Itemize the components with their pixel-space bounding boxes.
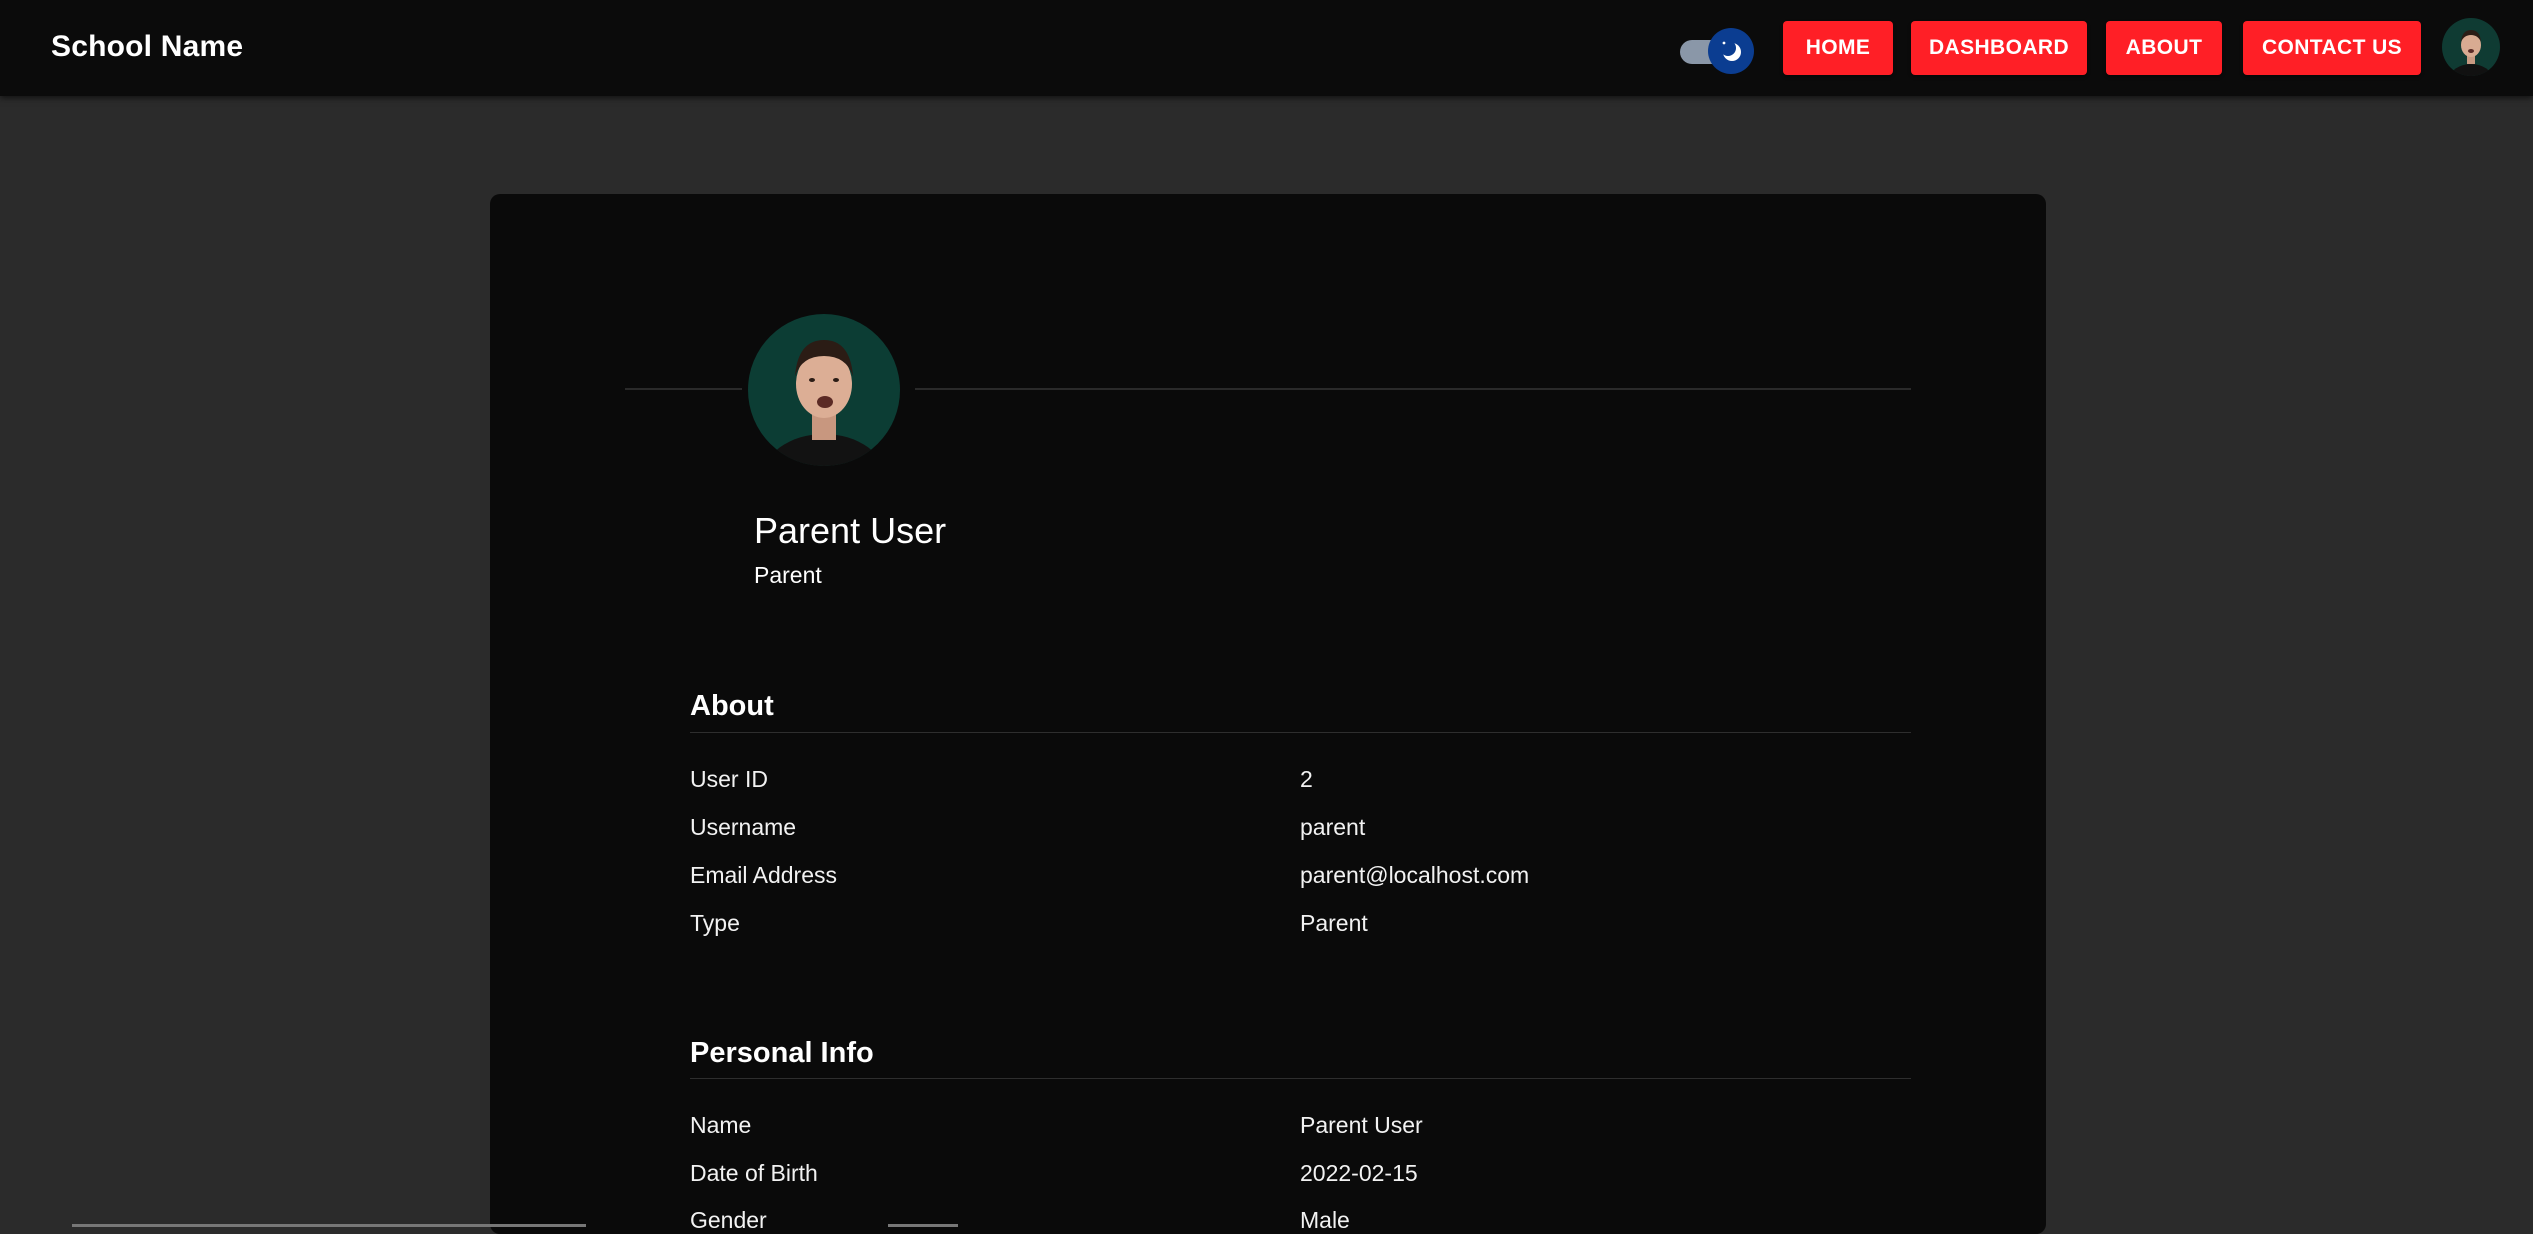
profile-avatar <box>748 314 900 466</box>
about-row-label: Username <box>690 814 797 840</box>
personal-row-value: Male <box>1300 1207 1350 1233</box>
theme-toggle[interactable] <box>1680 28 1754 74</box>
about-row-value: Parent <box>1300 910 1368 936</box>
divider <box>915 388 1911 390</box>
top-navbar: School Name HOME DASHBOARD ABOUT CONTACT… <box>0 0 2533 96</box>
personal-row-label: Date of Birth <box>690 1160 818 1186</box>
personal-row-value: Parent User <box>1300 1112 1423 1138</box>
about-row-value: parent@localhost.com <box>1300 862 1530 888</box>
personal-row-label: Gender <box>690 1207 767 1233</box>
about-row-label: Type <box>690 910 740 936</box>
nav-contact-button[interactable]: CONTACT US <box>2243 21 2421 75</box>
profile-card: Parent User Parent About User ID 2 Usern… <box>490 194 2046 1234</box>
brand-title[interactable]: School Name <box>51 30 243 64</box>
about-section-title: About <box>690 690 774 722</box>
about-row-value: 2 <box>1300 766 1313 792</box>
section-divider <box>690 1078 1911 1079</box>
about-row-value: parent <box>1300 814 1366 840</box>
nav-dashboard-button[interactable]: DASHBOARD <box>1911 21 2087 75</box>
personal-row-label: Name <box>690 1112 752 1138</box>
nav-home-button[interactable]: HOME <box>1783 21 1893 75</box>
personal-section-title: Personal Info <box>690 1037 874 1069</box>
section-divider <box>690 732 1911 733</box>
profile-name: Parent User <box>754 510 947 551</box>
user-avatar[interactable] <box>2442 18 2500 76</box>
about-row-label: User ID <box>690 766 768 792</box>
profile-role: Parent <box>754 562 822 588</box>
divider <box>625 388 742 390</box>
personal-row-value: 2022-02-15 <box>1300 1160 1418 1186</box>
toggle-knob <box>1708 28 1754 74</box>
about-row-label: Email Address <box>690 862 838 888</box>
moon-icon <box>1720 40 1741 61</box>
nav-about-button[interactable]: ABOUT <box>2106 21 2222 75</box>
